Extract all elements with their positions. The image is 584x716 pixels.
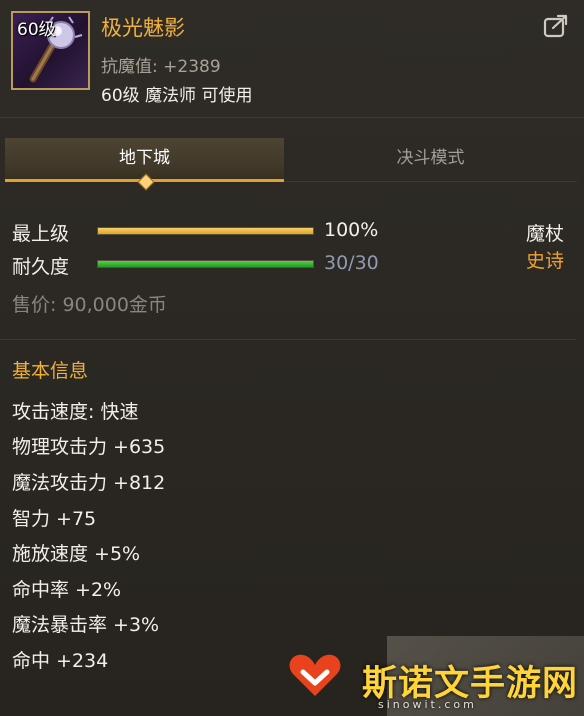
stat-line-cast-speed: 施放速度 +5%: [12, 543, 141, 565]
grade-bar: [97, 227, 314, 235]
stat-line-hit-rate: 命中率 +2%: [12, 579, 122, 601]
item-type: 魔杖: [525, 223, 564, 245]
magic-staff-icon: 60级: [11, 11, 90, 90]
item-tooltip-panel: 60级 极光魅影 抗魔值: +2389 60级 魔法师 可使用 地下城 决斗模式…: [0, 0, 584, 716]
durability-label: 耐久度: [12, 256, 70, 278]
stat-line-physical-attack: 物理攻击力 +635: [12, 436, 166, 458]
durability-value: 30/30: [324, 252, 379, 274]
section-divider: [0, 339, 576, 340]
stat-line-magic-crit: 魔法暴击率 +3%: [12, 614, 160, 636]
tab-duel-mode[interactable]: 决斗模式: [284, 138, 577, 182]
stat-line-attack-speed: 攻击速度: 快速: [12, 401, 139, 423]
item-requirement: 60级 魔法师 可使用: [101, 86, 253, 106]
sell-price: 售价: 90,000金币: [12, 294, 167, 316]
stat-line-hit: 命中 +234: [12, 650, 109, 672]
item-stat-line: 抗魔值: +2389: [101, 57, 221, 77]
item-name: 极光魅影: [101, 16, 185, 40]
share-icon[interactable]: [542, 12, 570, 40]
grade-value: 100%: [324, 219, 379, 241]
grade-label: 最上级: [12, 223, 70, 245]
level-badge: 60级: [17, 20, 56, 40]
item-rarity: 史诗: [525, 250, 564, 272]
header-divider: [0, 117, 584, 118]
mode-tabs: 地下城 决斗模式: [5, 138, 577, 191]
basic-info-title: 基本信息: [12, 360, 89, 382]
durability-bar-fill: [98, 261, 313, 267]
stat-line-magic-attack: 魔法攻击力 +812: [12, 472, 166, 494]
watermark-logo-icon: [289, 654, 341, 696]
durability-bar: [97, 260, 314, 268]
stat-line-intelligence: 智力 +75: [12, 508, 97, 530]
watermark-url: sinowit.com: [378, 698, 477, 711]
grade-bar-fill: [98, 228, 313, 234]
